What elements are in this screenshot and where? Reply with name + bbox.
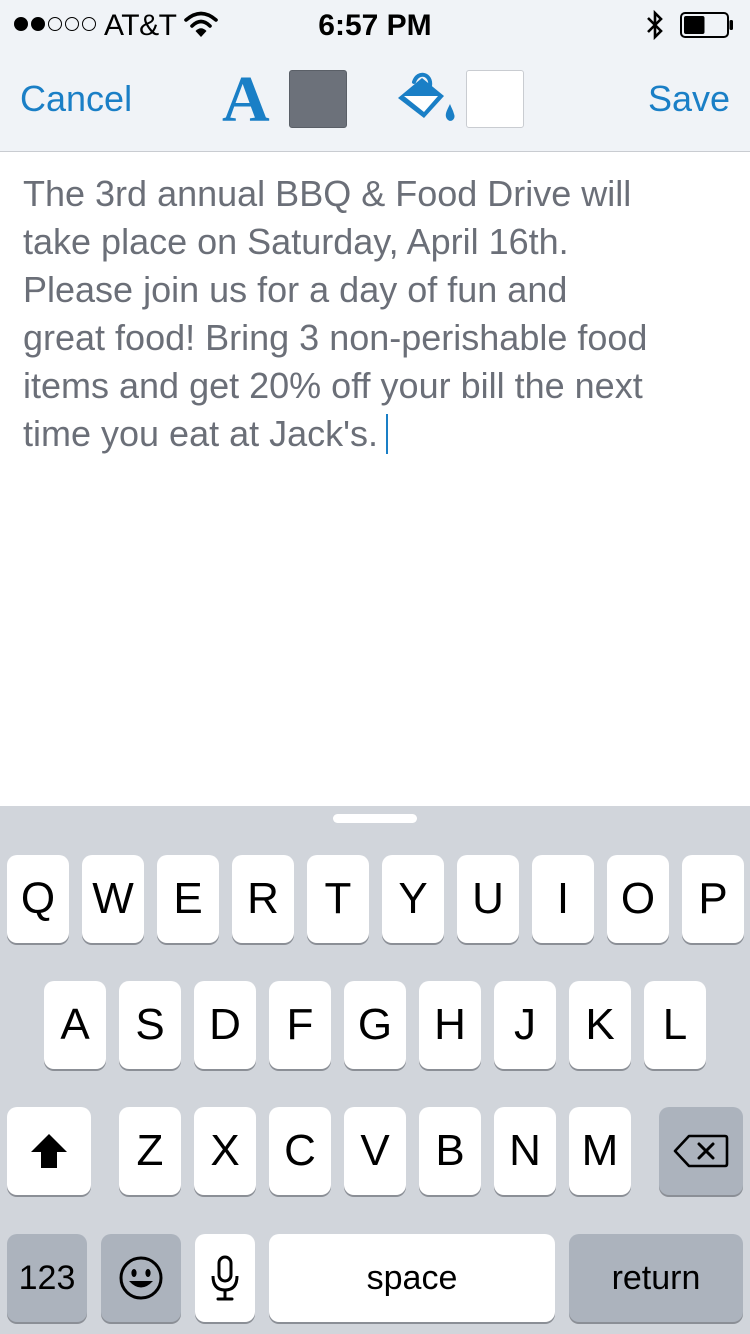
key-m[interactable]: M [569,1107,631,1195]
key-n[interactable]: N [494,1107,556,1195]
key-l[interactable]: L [644,981,706,1069]
text-cursor [386,414,389,454]
shift-key[interactable] [7,1107,91,1195]
key-b[interactable]: B [419,1107,481,1195]
space-key-label: space [366,1258,458,1297]
save-button[interactable]: Save [648,78,730,120]
screen: AT&T 6:57 PM Cancel A Save The 3rd annua… [0,0,750,1334]
cancel-button[interactable]: Cancel [20,78,132,120]
return-key-label: return [611,1258,701,1297]
key-t[interactable]: T [307,855,369,943]
emoji-icon [119,1256,163,1300]
return-key[interactable]: return [569,1234,743,1322]
key-h[interactable]: H [419,981,481,1069]
key-c[interactable]: C [269,1107,331,1195]
keyboard-grabber-handle[interactable] [333,814,417,823]
key-z[interactable]: Z [119,1107,181,1195]
key-j[interactable]: J [494,981,556,1069]
delete-key[interactable] [659,1107,743,1195]
key-e[interactable]: E [157,855,219,943]
numbers-key[interactable]: 123 [7,1234,87,1322]
key-o[interactable]: O [607,855,669,943]
key-i[interactable]: I [532,855,594,943]
backspace-icon [673,1134,729,1168]
key-q[interactable]: Q [7,855,69,943]
font-style-button[interactable]: A [222,64,270,136]
key-x[interactable]: X [194,1107,256,1195]
key-y[interactable]: Y [382,855,444,943]
key-k[interactable]: K [569,981,631,1069]
key-a[interactable]: A [44,981,106,1069]
key-r[interactable]: R [232,855,294,943]
key-g[interactable]: G [344,981,406,1069]
shift-arrow-icon [31,1134,67,1168]
key-v[interactable]: V [344,1107,406,1195]
battery-icon [680,12,733,38]
editor-text: The 3rd annual BBQ & Food Drive will tak… [23,173,648,454]
key-u[interactable]: U [457,855,519,943]
key-f[interactable]: F [269,981,331,1069]
emoji-key[interactable] [101,1234,181,1322]
status-bar: AT&T 6:57 PM [0,0,750,50]
key-p[interactable]: P [682,855,744,943]
microphone-icon [211,1255,239,1301]
text-color-swatch[interactable] [289,70,347,128]
microphone-key[interactable] [195,1234,255,1322]
bluetooth-icon [647,9,663,41]
key-d[interactable]: D [194,981,256,1069]
text-editor[interactable]: The 3rd annual BBQ & Food Drive will tak… [23,170,733,458]
editor-toolbar: Cancel A Save [0,50,750,152]
background-color-swatch[interactable] [466,70,524,128]
key-s[interactable]: S [119,981,181,1069]
paint-bucket-icon[interactable] [392,72,458,128]
keyboard: Q W E R T Y U I O P A S D F G H J K L Z … [0,806,750,1334]
space-key[interactable]: space [269,1234,555,1322]
numbers-key-label: 123 [18,1258,76,1297]
status-time: 6:57 PM [318,9,432,42]
key-w[interactable]: W [82,855,144,943]
